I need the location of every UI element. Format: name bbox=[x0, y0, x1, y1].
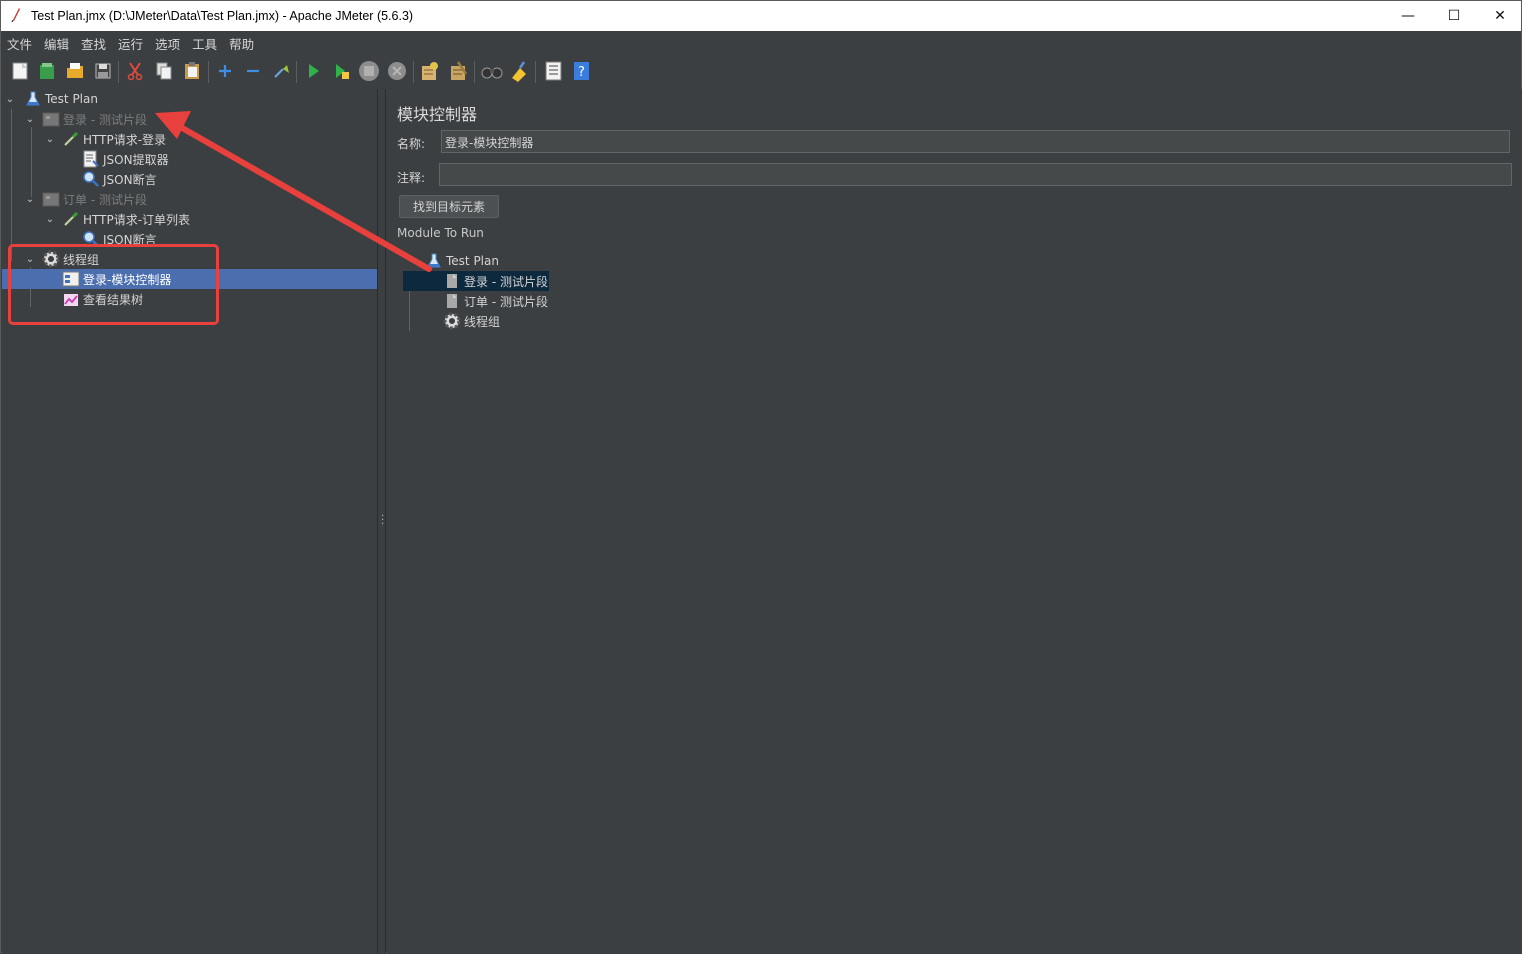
chevron-down-icon[interactable]: ⌄ bbox=[44, 133, 56, 145]
menu-tools[interactable]: 工具 bbox=[186, 31, 223, 53]
chevron-down-icon[interactable]: ⌄ bbox=[24, 193, 36, 205]
jmeter-feather-icon bbox=[11, 8, 20, 23]
function-helper-icon[interactable] bbox=[541, 59, 565, 83]
tree-label: HTTP请求-登录 bbox=[83, 132, 167, 147]
fragment-page-icon bbox=[443, 272, 461, 290]
name-label: 名称: bbox=[397, 137, 426, 151]
toolbar-separator bbox=[296, 61, 297, 83]
module-tree-item-order[interactable]: 订单 - 测试片段 bbox=[443, 291, 548, 311]
chevron-down-icon[interactable]: ⌄ bbox=[24, 113, 36, 125]
toolbar-separator bbox=[413, 61, 414, 83]
search-icon[interactable] bbox=[480, 59, 504, 83]
tree-label: Test Plan bbox=[446, 254, 499, 268]
tree-label: HTTP请求-订单列表 bbox=[83, 212, 191, 227]
tree-node-test-plan[interactable]: Test Plan bbox=[24, 89, 98, 109]
find-target-button[interactable]: 找到目标元素 bbox=[399, 195, 499, 218]
fragment-page-icon bbox=[443, 292, 461, 310]
window-title: Test Plan.jmx (D:\JMeter\Data\Test Plan.… bbox=[31, 9, 414, 23]
tree-label: 订单 - 测试片段 bbox=[464, 294, 548, 309]
tree-guide-line bbox=[31, 127, 32, 197]
reset-search-icon[interactable] bbox=[507, 59, 531, 83]
flask-icon bbox=[425, 252, 443, 270]
menu-search[interactable]: 查找 bbox=[75, 31, 112, 53]
tree-guide-line bbox=[11, 109, 12, 261]
help-icon[interactable]: ? bbox=[569, 59, 593, 83]
paste-icon[interactable] bbox=[180, 59, 204, 83]
templates-icon[interactable] bbox=[35, 59, 59, 83]
toolbar-separator bbox=[535, 61, 536, 83]
flask-icon bbox=[24, 90, 42, 108]
chevron-down-icon[interactable]: ⌄ bbox=[44, 213, 56, 225]
menu-options[interactable]: 选项 bbox=[149, 31, 186, 53]
minimize-button[interactable]: — bbox=[1385, 1, 1431, 31]
tree-label: 登录 - 测试片段 bbox=[464, 274, 548, 289]
menu-file[interactable]: 文件 bbox=[1, 31, 38, 53]
test-fragment-icon bbox=[42, 110, 60, 128]
shutdown-icon[interactable] bbox=[385, 59, 409, 83]
tree-node-http-orders[interactable]: HTTP请求-订单列表 bbox=[62, 209, 190, 229]
clear-icon[interactable] bbox=[417, 59, 441, 83]
tree-label: JSON提取器 bbox=[103, 152, 169, 167]
extractor-icon bbox=[82, 150, 100, 168]
panel-title: 模块控制器 bbox=[397, 105, 478, 124]
tree-node-json-assertion[interactable]: JSON断言 bbox=[82, 169, 157, 189]
toggle-icon[interactable] bbox=[269, 59, 293, 83]
module-controller-panel: 模块控制器 名称: 登录-模块控制器 注释: 找到目标元素 Module To … bbox=[387, 89, 1522, 953]
module-tree-item-login[interactable]: 登录 - 测试片段 bbox=[403, 271, 549, 291]
expand-icon[interactable] bbox=[213, 59, 237, 83]
tree-label: 登录 - 测试片段 bbox=[63, 112, 147, 127]
menu-bar: 文件 编辑 查找 运行 选项 工具 帮助 bbox=[1, 31, 1521, 53]
stop-icon[interactable] bbox=[357, 59, 381, 83]
tree-node-order-fragment[interactable]: 订单 - 测试片段 bbox=[42, 189, 147, 209]
svg-text:?: ? bbox=[578, 65, 585, 80]
magnifier-icon bbox=[82, 170, 100, 188]
menu-help[interactable]: 帮助 bbox=[223, 31, 260, 53]
tree-node-http-login[interactable]: HTTP请求-登录 bbox=[62, 129, 166, 149]
close-button[interactable]: ✕ bbox=[1477, 1, 1522, 31]
title-bar: Test Plan.jmx (D:\JMeter\Data\Test Plan.… bbox=[1, 1, 1521, 31]
tree-label: 线程组 bbox=[464, 314, 501, 329]
pipette-icon bbox=[62, 130, 80, 148]
tree-label: Test Plan bbox=[45, 92, 98, 106]
split-pane-divider[interactable]: · · · bbox=[378, 89, 386, 953]
clear-all-icon[interactable] bbox=[447, 59, 471, 83]
tree-node-json-extractor[interactable]: JSON提取器 bbox=[82, 149, 169, 169]
comment-label: 注释: bbox=[397, 171, 426, 185]
name-field[interactable]: 登录-模块控制器 bbox=[441, 130, 1510, 153]
module-tree-item-thread-group[interactable]: 线程组 bbox=[443, 311, 500, 331]
gear-icon bbox=[443, 312, 461, 330]
start-no-pause-icon[interactable] bbox=[329, 59, 353, 83]
toolbar-separator bbox=[118, 61, 119, 83]
menu-run[interactable]: 运行 bbox=[112, 31, 149, 53]
jmeter-window: Test Plan.jmx (D:\JMeter\Data\Test Plan.… bbox=[0, 0, 1522, 953]
chevron-down-icon[interactable]: ⌄ bbox=[4, 93, 16, 105]
maximize-button[interactable]: ☐ bbox=[1431, 1, 1477, 31]
copy-icon[interactable] bbox=[152, 59, 176, 83]
module-to-run-label: Module To Run bbox=[397, 226, 484, 240]
toolbar-separator bbox=[474, 61, 475, 83]
test-fragment-icon bbox=[42, 190, 60, 208]
tree-node-login-fragment[interactable]: 登录 - 测试片段 bbox=[42, 109, 147, 129]
new-icon[interactable] bbox=[8, 59, 32, 83]
save-icon[interactable] bbox=[91, 59, 115, 83]
toolbar: ? bbox=[1, 55, 1521, 89]
pipette-icon bbox=[62, 210, 80, 228]
tree-label: JSON断言 bbox=[103, 172, 157, 187]
open-icon[interactable] bbox=[63, 59, 87, 83]
comment-field[interactable] bbox=[439, 163, 1512, 186]
start-icon[interactable] bbox=[301, 59, 325, 83]
cut-icon[interactable] bbox=[123, 59, 147, 83]
collapse-icon[interactable] bbox=[241, 59, 265, 83]
divider-grip-icon: · · · bbox=[381, 511, 385, 530]
test-plan-tree: ⌄ Test Plan ⌄ 登录 - 测试片段 ⌄ HTTP请求-登录 JSON… bbox=[2, 89, 378, 953]
menu-edit[interactable]: 编辑 bbox=[38, 31, 75, 53]
toolbar-separator bbox=[208, 61, 209, 83]
annotation-highlight-box bbox=[8, 244, 219, 325]
tree-label: 订单 - 测试片段 bbox=[63, 192, 147, 207]
module-tree-root[interactable]: Test Plan bbox=[425, 251, 499, 271]
